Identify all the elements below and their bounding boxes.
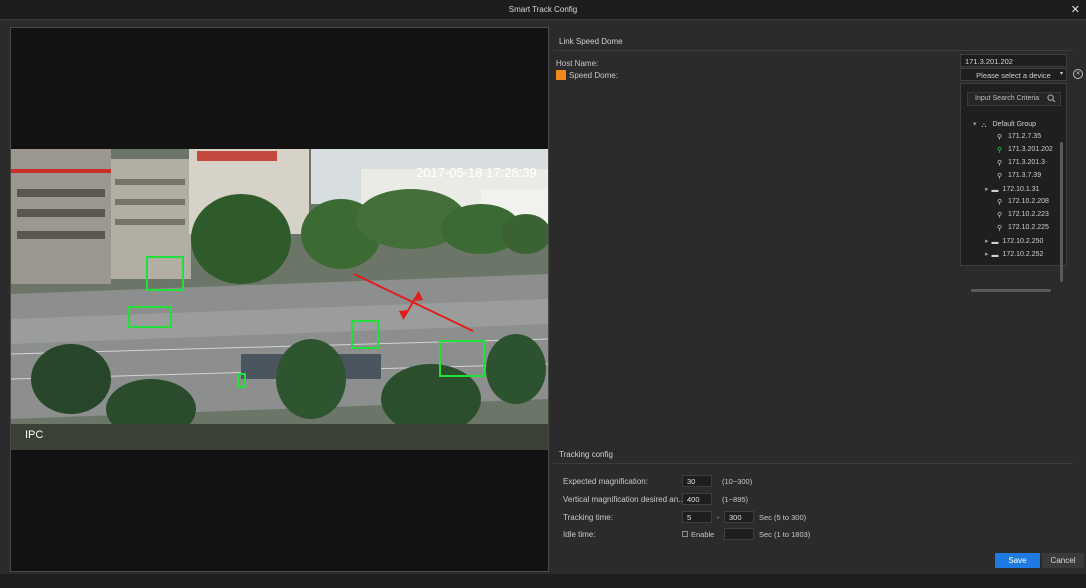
- channel-label: IPC: [25, 429, 44, 441]
- expand-arrow-icon[interactable]: ▸: [985, 186, 989, 193]
- tree-scrollbar-vertical[interactable]: [1060, 142, 1063, 282]
- dome-camera-icon: ⚲: [997, 160, 1003, 167]
- window-title: Smart Track Config: [508, 5, 578, 14]
- idle-time-input[interactable]: [724, 528, 754, 540]
- tracking-time-range: Sec (5 to 300): [759, 513, 807, 522]
- tree-item-label: 172.10.2.225: [1008, 224, 1049, 231]
- search-placeholder: Input Search Criteria: [975, 95, 1040, 102]
- vertical-magnification-input[interactable]: 400: [682, 493, 712, 505]
- device-tree-panel: Input Search Criteria ▾ ⛬ Default Group ⚲…: [960, 83, 1067, 292]
- tree-group-label: Default Group: [992, 121, 1037, 128]
- dome-camera-icon: ⚲: [997, 199, 1003, 206]
- tree-item-device[interactable]: ⚲ 172.10.2.223: [997, 211, 1049, 223]
- tracking-time-min-input[interactable]: 5: [682, 511, 712, 523]
- group-icon: ⛬: [981, 122, 987, 129]
- idle-time-range: Sec (1 to 1803): [759, 530, 811, 539]
- tree-item-device[interactable]: ⚲ 172.10.2.208: [997, 198, 1049, 210]
- config-panel: Link Speed Dome Host Name: 171.3.201.202…: [549, 27, 1086, 572]
- tracking-time-label: Tracking time:: [563, 513, 613, 522]
- tree-item-device[interactable]: ⚲ 171.2.7.35: [997, 133, 1041, 145]
- camera-scene: 2017-05-18 17:28:39: [11, 149, 548, 450]
- tree-item-nvr[interactable]: ▸ ▬ 172.10.1.31: [985, 185, 1040, 197]
- device-search-input[interactable]: Input Search Criteria: [967, 92, 1061, 106]
- tree-item-device[interactable]: ⚲ 171.3.201.3: [997, 159, 1045, 171]
- vertical-magnification-label: Vertical magnification desired an...: [563, 495, 685, 504]
- tree-item-label: 171.3.7.39: [1008, 172, 1042, 179]
- tree-item-device[interactable]: ⚲ 172.10.2.225: [997, 224, 1049, 236]
- tree-scrollbar-horizontal[interactable]: [971, 289, 1051, 292]
- tree-item-label: 172.10.2.208: [1008, 198, 1049, 205]
- speed-dome-color-swatch: [556, 70, 566, 80]
- dome-camera-icon: ⚲: [997, 212, 1003, 219]
- chevron-down-icon: ▾: [1059, 71, 1063, 77]
- tree-item-label: 172.10.2.223: [1008, 211, 1049, 218]
- search-icon[interactable]: [1047, 94, 1056, 103]
- tree-item-nvr[interactable]: ▸ ▬ 172.10.2.252: [985, 250, 1043, 262]
- dome-camera-icon: ⚲: [997, 134, 1003, 141]
- expand-arrow-icon[interactable]: ▸: [985, 251, 989, 258]
- expected-magnification-label: Expected magnification:: [563, 477, 648, 486]
- clear-icon[interactable]: ✕: [1073, 69, 1083, 79]
- dome-camera-icon: ⚲: [997, 173, 1003, 180]
- section-link-speed-dome: Link Speed Dome: [553, 31, 1073, 51]
- device-select[interactable]: Please select a device ▾: [960, 68, 1067, 81]
- tree-item-label: 171.2.7.35: [1008, 133, 1042, 140]
- dome-camera-icon: ⚲: [997, 225, 1003, 232]
- section-tracking-config: Tracking config: [553, 444, 1073, 464]
- close-icon[interactable]: ✕: [1071, 3, 1080, 16]
- video-preview[interactable]: 2017-05-18 17:28:39 IPC: [10, 27, 549, 572]
- title-bar: Smart Track Config ✕: [0, 0, 1086, 20]
- save-button[interactable]: Save: [995, 553, 1040, 568]
- idle-time-label: Idle time:: [563, 530, 596, 539]
- dome-camera-icon: ⚲: [997, 147, 1003, 154]
- nvr-icon: ▬: [991, 187, 999, 194]
- device-select-value: Please select a device: [976, 71, 1051, 80]
- expand-arrow-icon[interactable]: ▾: [973, 121, 977, 128]
- idle-enable-checkbox[interactable]: [682, 531, 688, 537]
- vertical-magnification-range: (1~895): [722, 495, 749, 504]
- host-name-field[interactable]: 171.3.201.202: [960, 54, 1067, 67]
- video-timestamp: 2017-05-18 17:28:39: [416, 165, 537, 180]
- nvr-icon: ▬: [991, 252, 999, 259]
- tree-item-nvr[interactable]: ▸ ▬ 172.10.2.250: [985, 237, 1043, 249]
- tree-item-device[interactable]: ⚲ 171.3.7.39: [997, 172, 1041, 184]
- tracking-time-separator: -: [717, 513, 720, 522]
- tree-item-device-selected[interactable]: ⚲ 171.3.201.202: [997, 146, 1053, 158]
- tree-group-default[interactable]: ▾ ⛬ Default Group: [973, 120, 1036, 132]
- tracking-time-max-input[interactable]: 300: [724, 511, 754, 523]
- speed-dome-label: Speed Dome:: [569, 71, 618, 80]
- scene-image: 2017-05-18 17:28:39: [11, 149, 548, 450]
- nvr-icon: ▬: [991, 239, 999, 246]
- cancel-button[interactable]: Cancel: [1042, 553, 1084, 568]
- tree-item-label: 171.3.201.202: [1008, 146, 1053, 153]
- tree-item-label: 172.10.1.31: [1002, 186, 1040, 193]
- bottom-bar: [0, 574, 1086, 588]
- tree-item-label: 172.10.2.250: [1002, 238, 1044, 245]
- host-name-label: Host Name:: [556, 59, 599, 68]
- tree-item-label: 172.10.2.252: [1002, 251, 1044, 258]
- expand-arrow-icon[interactable]: ▸: [985, 238, 989, 245]
- tree-item-label: 171.3.201.3: [1008, 159, 1045, 166]
- idle-enable-label: Enable: [691, 530, 715, 539]
- expected-magnification-input[interactable]: 30: [682, 475, 712, 487]
- expected-magnification-range: (10~300): [722, 477, 753, 486]
